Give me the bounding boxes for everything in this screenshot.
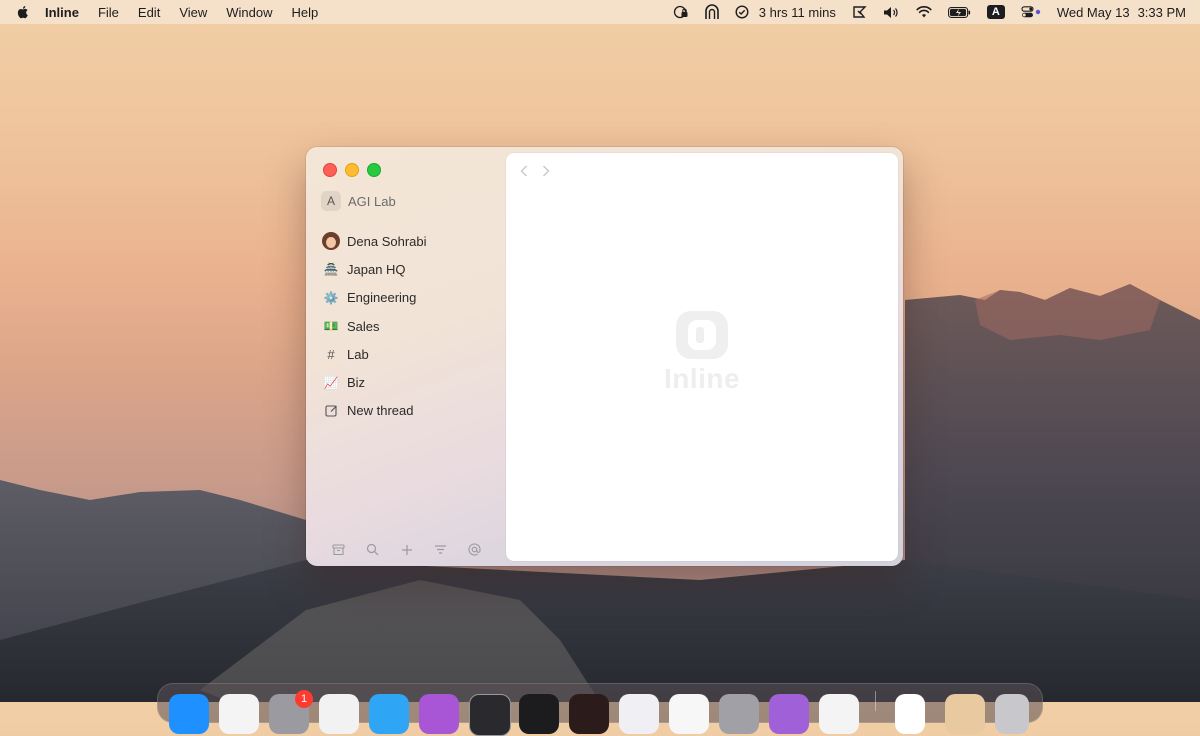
- thread-label: Dena Sohrabi: [347, 233, 427, 249]
- thread-label: Engineering: [347, 290, 417, 306]
- space-header[interactable]: A AGI Lab: [321, 191, 396, 211]
- arch-app-icon[interactable]: [704, 4, 719, 20]
- dock-app-purple[interactable]: [769, 694, 809, 734]
- menu-view[interactable]: View: [179, 5, 207, 20]
- empty-state: Inline: [506, 153, 898, 561]
- money-emoji-icon: 💵: [323, 319, 339, 334]
- dock-app-dark-1[interactable]: [519, 694, 559, 734]
- thread-item-engineering[interactable]: ⚙️ Engineering: [321, 284, 501, 312]
- sidebar-footer: [330, 541, 483, 558]
- dock-document-1[interactable]: [895, 694, 925, 734]
- input-source-badge: A: [986, 5, 1005, 19]
- archive-icon[interactable]: [330, 541, 347, 558]
- new-thread-button[interactable]: New thread: [321, 397, 501, 425]
- thread-item-biz[interactable]: 📈 Biz: [321, 368, 501, 396]
- dock-app-dark-2[interactable]: [569, 694, 609, 734]
- thread-item-sales[interactable]: 💵 Sales: [321, 312, 501, 340]
- menu-help[interactable]: Help: [292, 5, 319, 20]
- menu-edit[interactable]: Edit: [138, 5, 160, 20]
- clock-check-icon: [735, 5, 749, 19]
- thread-label: Japan HQ: [347, 261, 406, 277]
- thread-label: New thread: [347, 403, 414, 419]
- dock-app-finder[interactable]: [169, 694, 209, 734]
- menubar-time[interactable]: 3:33 PM: [1138, 5, 1186, 20]
- thread-item-japan-hq[interactable]: 🏯 Japan HQ: [321, 255, 501, 283]
- filter-icon[interactable]: [432, 541, 449, 558]
- user-avatar: [321, 231, 341, 251]
- dock-notification-badge: 1: [295, 690, 313, 708]
- dock-app-chrome[interactable]: [319, 694, 359, 734]
- timer-status[interactable]: 3 hrs 11 mins: [735, 5, 836, 20]
- zoom-button[interactable]: [367, 163, 381, 177]
- thread-item-dena-sohrabi[interactable]: Dena Sohrabi: [321, 227, 501, 255]
- plus-icon[interactable]: [398, 541, 415, 558]
- thread-label: Biz: [347, 375, 366, 391]
- content-pane: Inline: [506, 153, 898, 561]
- screen-tool-icon[interactable]: [852, 5, 867, 19]
- volume-icon[interactable]: [883, 6, 900, 19]
- thread-list: Dena Sohrabi 🏯 Japan HQ ⚙️ Engineering 💵…: [321, 227, 501, 425]
- menu-bar: Inline File Edit View Window Help 3 hrs …: [0, 0, 1200, 24]
- dock-trash[interactable]: [995, 694, 1029, 734]
- input-source[interactable]: A: [986, 5, 1005, 19]
- apple-icon[interactable]: [15, 4, 31, 20]
- hash-icon: #: [327, 346, 335, 362]
- window-controls: [323, 163, 381, 177]
- inline-logo-text: Inline: [663, 363, 741, 394]
- timer-text: 3 hrs 11 mins: [758, 4, 836, 20]
- close-button[interactable]: [323, 163, 337, 177]
- dock-app-light-3[interactable]: [819, 694, 859, 734]
- dock-app-calendar[interactable]: [219, 694, 259, 734]
- space-avatar: A: [321, 191, 341, 211]
- dock-app-light-1[interactable]: [619, 694, 659, 734]
- thread-item-lab[interactable]: # Lab: [321, 340, 501, 368]
- inline-logo-icon: [676, 311, 728, 359]
- minimize-button[interactable]: [345, 163, 359, 177]
- chart-emoji-icon: 📈: [323, 375, 339, 390]
- dock-app-gray[interactable]: [719, 694, 759, 734]
- menu-file[interactable]: File: [98, 5, 119, 20]
- search-icon[interactable]: [364, 541, 381, 558]
- battery-icon[interactable]: [947, 6, 971, 18]
- dock-divider: [875, 691, 876, 711]
- dock-app-light-2[interactable]: [669, 694, 709, 734]
- inline-window: A AGI Lab Dena Sohrabi 🏯 Japan HQ ⚙️ Eng…: [306, 147, 903, 566]
- dock-app-terminal[interactable]: [469, 694, 511, 736]
- dock: 1: [157, 683, 1043, 736]
- menu-window[interactable]: Window: [226, 5, 272, 20]
- gear-emoji-icon: ⚙️: [323, 290, 339, 305]
- dock-folder[interactable]: [945, 694, 985, 734]
- compose-icon: [321, 401, 341, 421]
- dock-app-podcasts[interactable]: [419, 694, 459, 734]
- privacy-lock-icon[interactable]: [673, 5, 689, 19]
- castle-emoji-icon: 🏯: [323, 262, 339, 277]
- thread-label: Lab: [347, 346, 369, 362]
- sidebar: A AGI Lab Dena Sohrabi 🏯 Japan HQ ⚙️ Eng…: [306, 147, 506, 566]
- space-name: AGI Lab: [348, 193, 396, 209]
- control-center-icon[interactable]: [1021, 6, 1041, 18]
- menubar-date[interactable]: Wed May 13: [1057, 5, 1130, 20]
- dock-app-appstore[interactable]: [369, 694, 409, 734]
- at-icon[interactable]: [466, 541, 483, 558]
- thread-label: Sales: [347, 318, 380, 334]
- app-menu[interactable]: Inline: [45, 5, 79, 20]
- wifi-icon[interactable]: [916, 6, 932, 18]
